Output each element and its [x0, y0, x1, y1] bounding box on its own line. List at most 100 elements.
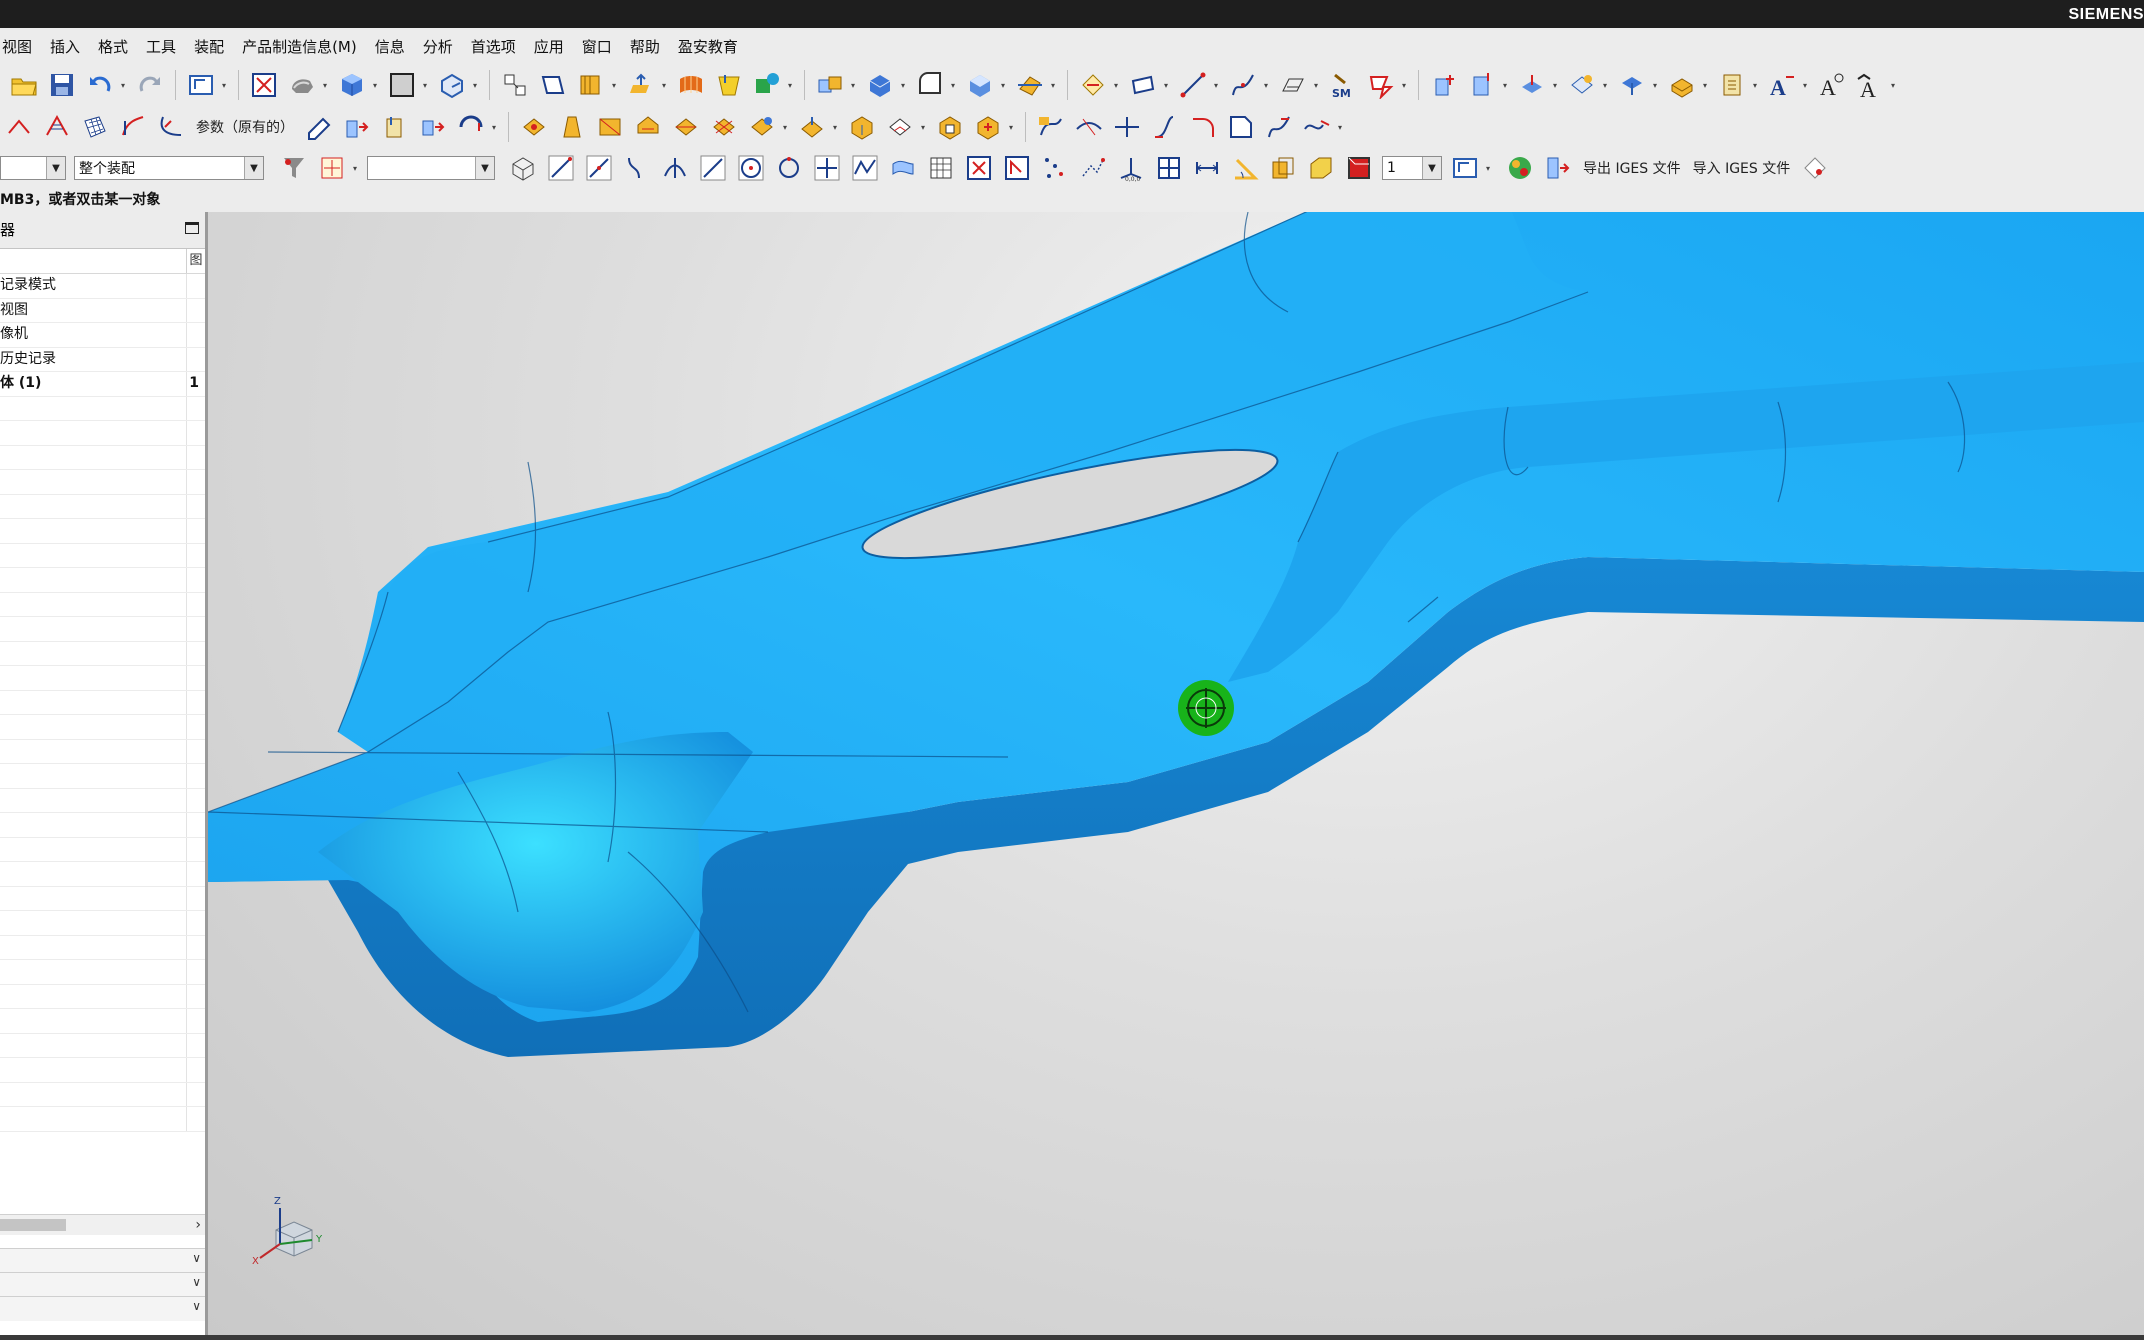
redo-icon[interactable] [134, 69, 166, 101]
tree-item-model-views[interactable]: 视图 [0, 298, 205, 323]
snap-bounded-grid-icon[interactable] [963, 152, 995, 184]
wcs-dropdown-icon[interactable]: ▾ [471, 71, 479, 99]
measure-distance-icon[interactable] [1191, 152, 1223, 184]
menu-tools[interactable]: 工具 [137, 36, 185, 57]
show-hidden-icon[interactable] [507, 152, 539, 184]
sheet-icon[interactable] [537, 69, 569, 101]
layer-select[interactable]: 1 ▼ [1382, 156, 1442, 180]
preview-panel[interactable]: ∨ [0, 1296, 205, 1321]
swept-icon[interactable] [117, 111, 149, 143]
clip-section-icon[interactable] [1343, 152, 1375, 184]
maximize-icon[interactable] [185, 222, 199, 234]
clamp-icon[interactable] [417, 111, 449, 143]
save-icon[interactable] [46, 69, 78, 101]
utility-icon[interactable] [1799, 152, 1831, 184]
menu-help[interactable]: 帮助 [621, 36, 669, 57]
menu-window[interactable]: 窗口 [573, 36, 621, 57]
box-icon[interactable] [964, 69, 996, 101]
offset-dropdown-icon[interactable]: ▾ [1651, 71, 1659, 99]
match-edge-icon[interactable] [455, 111, 487, 143]
boolean-dropdown-icon[interactable]: ▾ [849, 71, 857, 99]
i-form-icon[interactable] [379, 111, 411, 143]
layer-icon[interactable] [1716, 69, 1748, 101]
point-set-icon[interactable] [1039, 152, 1071, 184]
patch-icon[interactable] [846, 111, 878, 143]
spline-dropdown-icon[interactable]: ▾ [1262, 71, 1270, 99]
column-header-2[interactable]: 图 [186, 249, 205, 273]
menu-analysis[interactable]: 分析 [414, 36, 462, 57]
section-icon[interactable] [1277, 69, 1309, 101]
component-icon[interactable] [751, 69, 783, 101]
replace-dropdown-icon[interactable]: ▾ [1601, 71, 1609, 99]
menu-yingan-education[interactable]: 盈安教育 [669, 36, 747, 57]
grid-display-icon[interactable] [1153, 152, 1185, 184]
body-dropdown-icon[interactable]: ▾ [899, 71, 907, 99]
scroll-right-icon[interactable]: › [195, 1215, 201, 1235]
tree-item-body[interactable]: 体 (1) 1 [0, 372, 205, 397]
split-dropdown-icon[interactable]: ▾ [781, 113, 789, 141]
global-shaping-icon[interactable] [796, 111, 828, 143]
assembly-scope-select[interactable]: 整个装配 ▼ [74, 156, 264, 180]
work-layer-icon[interactable] [1449, 152, 1481, 184]
type-filter-select[interactable]: ▼ [0, 156, 66, 180]
snap-pole-icon[interactable] [1001, 152, 1033, 184]
navigator-horizontal-scrollbar[interactable]: › [0, 1214, 205, 1235]
import-iges-button[interactable]: 导入 IGES 文件 [1693, 158, 1791, 178]
layer-settings-icon[interactable] [499, 69, 531, 101]
blend-icon[interactable] [914, 69, 946, 101]
body-icon[interactable] [864, 69, 896, 101]
text-style-dropdown-icon[interactable]: ▾ [1801, 71, 1809, 99]
view-dropdown-icon[interactable]: ▾ [220, 71, 228, 99]
curve-length-icon[interactable] [1149, 111, 1181, 143]
cube-display-icon[interactable] [336, 69, 368, 101]
snap-on-curve-icon[interactable] [849, 152, 881, 184]
menu-assembly[interactable]: 装配 [185, 36, 233, 57]
snap-existing-point-icon[interactable] [811, 152, 843, 184]
fit-view-icon[interactable] [248, 69, 280, 101]
feature-list-icon[interactable] [1466, 69, 1498, 101]
color-palette-icon[interactable] [1504, 152, 1536, 184]
shaping-dropdown-icon[interactable]: ▾ [831, 113, 839, 141]
snap-quadrant-icon[interactable] [773, 152, 805, 184]
component-dropdown-icon[interactable]: ▾ [786, 71, 794, 99]
studio-surface-icon[interactable] [632, 111, 664, 143]
extract-icon[interactable] [934, 111, 966, 143]
tree-item-cameras[interactable]: 像机 [0, 323, 205, 348]
measure-angle-icon[interactable] [1229, 152, 1261, 184]
chamfer-curve-icon[interactable] [1225, 111, 1257, 143]
export-iges-icon[interactable] [1542, 152, 1574, 184]
feature-dropdown-icon[interactable]: ▾ [1501, 71, 1509, 99]
thicken-dropdown-icon[interactable]: ▾ [1701, 71, 1709, 99]
line-icon[interactable] [1177, 69, 1209, 101]
trim-dropdown-icon[interactable]: ▾ [1049, 71, 1057, 99]
law-extension-icon[interactable] [155, 111, 187, 143]
line-dropdown-icon[interactable]: ▾ [1212, 71, 1220, 99]
surface-icon[interactable] [675, 69, 707, 101]
background-icon[interactable] [386, 69, 418, 101]
tree-item-record-mode[interactable]: 记录模式 [0, 274, 205, 299]
scrollbar-thumb[interactable] [0, 1219, 66, 1231]
text-style-icon[interactable]: A [1766, 69, 1798, 101]
menu-application[interactable]: 应用 [525, 36, 573, 57]
boolean-icon[interactable] [814, 69, 846, 101]
chevron-down-icon[interactable]: ∨ [192, 1299, 201, 1313]
sheet-metal-icon[interactable]: SM [1327, 69, 1359, 101]
styled-blend-icon[interactable] [556, 111, 588, 143]
sheet-body-icon[interactable] [713, 69, 745, 101]
point-chain-icon[interactable] [1077, 152, 1109, 184]
edit-curve-dropdown-icon[interactable]: ▾ [1336, 113, 1344, 141]
x-form-icon[interactable] [341, 111, 373, 143]
snap-endpoint-icon[interactable] [545, 152, 577, 184]
text-size-icon[interactable]: A [1854, 69, 1886, 101]
select-target-icon[interactable] [316, 152, 348, 184]
datum-dropdown-icon[interactable]: ▾ [1112, 71, 1120, 99]
open-folder-icon[interactable] [8, 69, 40, 101]
edit-curve-icon[interactable] [1301, 111, 1333, 143]
book-dropdown-icon[interactable]: ▾ [610, 71, 618, 99]
section-view-icon[interactable] [1267, 152, 1299, 184]
display-dropdown-icon[interactable]: ▾ [371, 71, 379, 99]
menu-view[interactable]: 视图 [0, 36, 41, 57]
snap-circle-center-icon[interactable] [735, 152, 767, 184]
undo-icon[interactable] [84, 69, 116, 101]
mold-dropdown-icon[interactable]: ▾ [1400, 71, 1408, 99]
